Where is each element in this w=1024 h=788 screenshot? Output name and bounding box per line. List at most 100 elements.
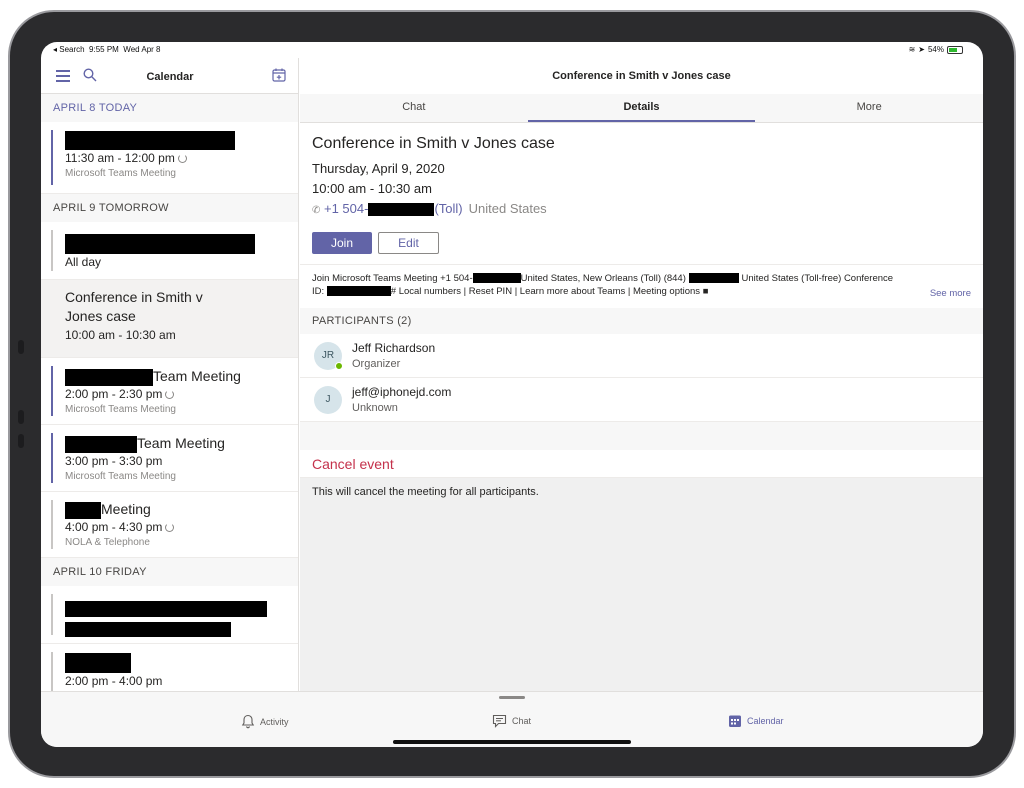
nav-calendar[interactable]: Calendar [728, 714, 784, 728]
tab-chat[interactable]: Chat [300, 94, 528, 122]
participant-row[interactable]: JR Jeff Richardson Organizer [300, 334, 983, 378]
redacted-text [368, 203, 435, 217]
calendar-event[interactable]: Team Meeting 2:00 pm - 2:30 pm Microsoft… [41, 358, 298, 425]
redacted-text [65, 368, 153, 386]
phone-suffix: (Toll) [434, 201, 463, 216]
chat-icon [492, 714, 507, 728]
day-header: APRIL 8 TODAY [41, 94, 298, 122]
event-subtitle: NOLA & Telephone [65, 537, 150, 548]
event-bar [51, 130, 53, 185]
redacted-text [65, 653, 131, 674]
avatar: JR [314, 342, 343, 370]
event-subtitle: Microsoft Teams Meeting [65, 404, 176, 415]
battery-icon [947, 45, 963, 54]
event-bar [51, 366, 53, 416]
event-title: Conference in Smith v Jones case [65, 289, 203, 324]
recurring-icon [165, 390, 175, 400]
presence-available-icon [335, 362, 343, 370]
calendar-title: Calendar [146, 71, 194, 83]
event-time: 4:00 pm - 4:30 pm [65, 520, 163, 534]
tab-more[interactable]: More [755, 94, 983, 122]
redacted-text [65, 622, 231, 638]
event-subtitle: Microsoft Teams Meeting [65, 471, 176, 482]
side-button [18, 434, 24, 448]
new-meeting-icon[interactable] [272, 68, 286, 82]
status-date: Wed Apr 8 [123, 45, 161, 54]
redacted-text [65, 435, 137, 453]
calendar-event[interactable]: Team Meeting 3:00 pm - 3:30 pm Microsoft… [41, 425, 298, 492]
detail-tabs: Chat Details More [300, 94, 983, 123]
nav-label: Chat [512, 716, 532, 726]
participant-row[interactable]: J jeff@iphonejd.com Unknown [300, 378, 983, 422]
event-time: 3:00 pm - 3:30 pm [65, 454, 163, 468]
calendar-event[interactable]: All day [41, 222, 298, 280]
calendar-icon [729, 715, 741, 727]
nav-label: Activity [260, 716, 289, 727]
sheet-grabber[interactable] [499, 696, 525, 699]
event-time: 2:00 pm - 2:30 pm [65, 387, 163, 401]
participants-label: PARTICIPANTS (2) [300, 308, 983, 334]
meeting-time: 10:00 am - 10:30 am [312, 181, 432, 196]
meeting-header-title: Conference in Smith v Jones case [552, 70, 731, 82]
event-time: 2:00 pm - 4:00 pm [65, 674, 163, 689]
dial-in-number[interactable]: ✆ +1 504- (Toll) United States [312, 199, 971, 221]
meeting-summary: Conference in Smith v Jones case Thursda… [300, 123, 983, 264]
status-bar: ◂ Search 9:55 PM Wed Apr 8 ≋ ➤ 54% [41, 42, 983, 58]
location-icon: ➤ [918, 45, 925, 54]
meeting-detail-pane: Conference in Smith v Jones case Chat De… [300, 58, 983, 696]
side-button [18, 340, 24, 354]
redacted-text [65, 600, 267, 617]
wifi-icon: ≋ [908, 45, 916, 54]
join-button[interactable]: Join [312, 232, 372, 254]
cancel-description: This will cancel the meeting for all par… [300, 478, 983, 696]
recurring-icon [165, 523, 175, 533]
nav-activity[interactable]: Activity [241, 714, 289, 729]
calendar-header: Calendar [41, 58, 298, 94]
phone-country: United States [468, 201, 547, 216]
status-time: 9:55 PM [89, 45, 119, 54]
event-time: 11:30 am - 12:00 pm [65, 150, 175, 165]
avatar: J [314, 386, 342, 414]
calendar-event[interactable]: Meeting 4:00 pm - 4:30 pm NOLA & Telepho… [41, 492, 298, 558]
event-bar [51, 230, 53, 271]
redacted-text [65, 234, 255, 255]
redacted-text [65, 501, 101, 519]
edit-button[interactable]: Edit [378, 232, 439, 254]
phone-prefix: +1 504- [324, 201, 369, 216]
phone-icon: ✆ [312, 205, 321, 216]
recurring-icon [177, 154, 187, 164]
bell-icon [241, 714, 255, 729]
see-more-link[interactable]: See more [930, 288, 971, 301]
bottom-app-bar: Activity Chat Calendar [41, 691, 983, 747]
nav-label: Calendar [747, 716, 784, 726]
day-header: APRIL 10 FRIDAY [41, 558, 298, 586]
event-bar [51, 652, 53, 691]
redacted-text [472, 273, 521, 284]
home-indicator[interactable] [393, 740, 631, 744]
event-time: 10:00 am - 10:30 am [65, 328, 176, 342]
event-bar [51, 433, 53, 483]
participant-role: Unknown [352, 402, 398, 414]
meeting-date: Thursday, April 9, 2020 [312, 161, 445, 176]
day-header: APRIL 9 TOMORROW [41, 194, 298, 222]
calendar-event[interactable]: 11:30 am - 12:00 pm Microsoft Teams Meet… [41, 122, 298, 194]
calendar-event[interactable] [41, 586, 298, 644]
redacted-text [688, 273, 739, 284]
calendar-event-selected[interactable]: Conference in Smith v Jones case 10:00 a… [41, 280, 298, 358]
redacted-text [65, 130, 235, 150]
redacted-text [326, 285, 391, 296]
participant-name: Jeff Richardson [352, 341, 436, 355]
back-to-search[interactable]: ◂ Search [53, 45, 85, 54]
tab-details[interactable]: Details [527, 94, 756, 122]
nav-chat[interactable]: Chat [492, 714, 531, 728]
screen: ◂ Search 9:55 PM Wed Apr 8 ≋ ➤ 54% Calen… [41, 42, 983, 747]
video-icon: ■ [702, 285, 709, 297]
side-button [18, 410, 24, 424]
participant-name: jeff@iphonejd.com [352, 385, 452, 399]
cancel-event-button[interactable]: Cancel event [300, 450, 983, 478]
event-bar [51, 500, 53, 549]
event-title: Team Meeting [137, 435, 225, 451]
battery-percent: 54% [927, 45, 944, 54]
event-subtitle: Microsoft Teams Meeting [65, 167, 176, 179]
meeting-description: Join Microsoft Teams Meeting +1 504- Unit… [312, 273, 971, 301]
